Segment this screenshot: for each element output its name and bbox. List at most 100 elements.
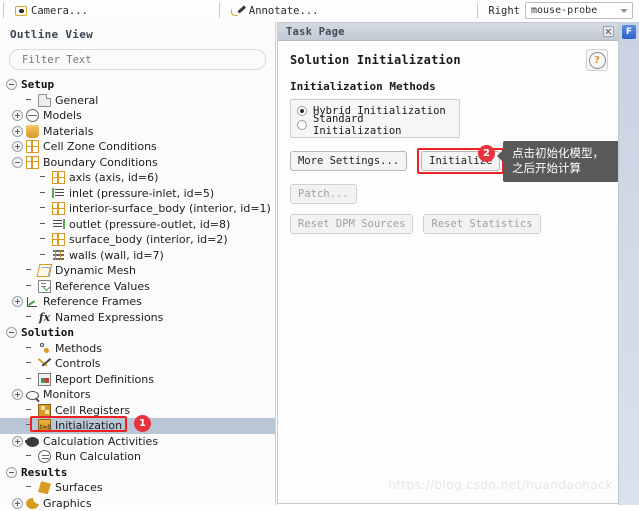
- collapse-icon[interactable]: [12, 157, 23, 168]
- tree-item-reference-values[interactable]: Reference Values: [0, 279, 275, 295]
- initialization-methods-group: Hybrid Initialization Standard Initializ…: [290, 99, 460, 138]
- twisty-spacer: [24, 405, 35, 416]
- tree-item-interior-surface-body-interior-id-1[interactable]: interior-surface_body (interior, id=1): [0, 201, 275, 217]
- radio-standard-label: Standard Initialization: [313, 113, 453, 137]
- tree-item-label: Controls: [55, 357, 101, 370]
- more-settings-button[interactable]: More Settings...: [290, 151, 407, 171]
- collapse-icon[interactable]: [6, 467, 17, 478]
- right-dock-strip: F: [618, 22, 639, 505]
- fluent-dock-button[interactable]: F: [622, 25, 636, 39]
- tree-item-methods[interactable]: Methods: [0, 341, 275, 357]
- grid-icon: [52, 233, 65, 246]
- tree-item-label: interior-surface_body (interior, id=1): [69, 202, 271, 215]
- tree-item-boundary-conditions[interactable]: Boundary Conditions: [0, 155, 275, 171]
- expand-icon[interactable]: [12, 389, 23, 400]
- collapse-icon[interactable]: [6, 327, 17, 338]
- question-mark-icon: ?: [589, 52, 606, 69]
- task-page-header: Task Page: [278, 23, 618, 41]
- grid-icon: [52, 202, 65, 215]
- tree-item-named-expressions[interactable]: fxNamed Expressions: [0, 310, 275, 326]
- expand-icon[interactable]: [12, 296, 23, 307]
- patch-button[interactable]: Patch...: [290, 184, 357, 204]
- twisty-spacer: [38, 234, 49, 245]
- task-page-body: Solution Initialization ? Initialization…: [278, 41, 618, 234]
- tree-item-label: Results: [21, 466, 67, 479]
- tree-item-cell-zone-conditions[interactable]: Cell Zone Conditions: [0, 139, 275, 155]
- collapse-icon[interactable]: [6, 79, 17, 90]
- watermark-text: https://blog.csdn.net/huandaohack: [388, 477, 613, 492]
- frames-icon: [26, 295, 39, 308]
- dyn-icon: [37, 264, 53, 277]
- outline-view-panel: Outline View SetupGeneralModelsMaterials…: [0, 21, 276, 505]
- expand-icon[interactable]: [12, 436, 23, 447]
- close-icon[interactable]: [603, 26, 614, 37]
- tree-item-materials[interactable]: Materials: [0, 124, 275, 140]
- tree-item-surface-body-interior-id-2[interactable]: surface_body (interior, id=2): [0, 232, 275, 248]
- tree-item-monitors[interactable]: Monitors: [0, 387, 275, 403]
- tree-item-controls[interactable]: Controls: [0, 356, 275, 372]
- tree-item-results[interactable]: Results: [0, 465, 275, 481]
- tree-item-axis-axis-id-6[interactable]: axis (axis, id=6): [0, 170, 275, 186]
- camera-button-label: Camera...: [31, 5, 88, 17]
- outline-tree[interactable]: Setup GeneralModelsMaterialsCell Zone Con…: [0, 77, 275, 511]
- ctrl-icon: [38, 357, 51, 370]
- tree-item-dynamic-mesh[interactable]: Dynamic Mesh: [0, 263, 275, 279]
- ref-icon: [38, 280, 51, 293]
- task-page-title: Task Page: [286, 26, 345, 38]
- tree-item-surfaces[interactable]: Surfaces: [0, 480, 275, 496]
- twisty-spacer: [38, 219, 49, 230]
- twisty-spacer: [24, 374, 35, 385]
- calc-icon: [26, 437, 39, 447]
- tree-item-inlet-pressure-inlet-id-5[interactable]: inlet (pressure-inlet, id=5): [0, 186, 275, 202]
- tree-item-label: Methods: [55, 342, 102, 355]
- tree-item-label: axis (axis, id=6): [69, 171, 158, 184]
- tree-item-reference-frames[interactable]: Reference Frames: [0, 294, 275, 310]
- tree-item-label: Monitors: [43, 388, 91, 401]
- expand-icon[interactable]: [12, 141, 23, 152]
- tree-item-label: inlet (pressure-inlet, id=5): [69, 187, 214, 200]
- twisty-spacer: [24, 312, 35, 323]
- reset-statistics-button[interactable]: Reset Statistics: [423, 214, 540, 234]
- tree-item-setup[interactable]: Setup: [0, 77, 275, 93]
- tree-item-run-calculation[interactable]: Run Calculation: [0, 449, 275, 465]
- tree-item-label: Dynamic Mesh: [55, 264, 136, 277]
- toolbar-separator-2: [219, 3, 220, 18]
- run-icon: [38, 450, 51, 463]
- expand-icon[interactable]: [12, 110, 23, 121]
- tree-item-graphics[interactable]: Graphics: [0, 496, 275, 511]
- radio-hybrid-icon: [297, 106, 307, 116]
- tree-item-general[interactable]: General: [0, 93, 275, 109]
- annotation-badge-1: 1: [134, 415, 151, 432]
- reset-dpm-sources-button[interactable]: Reset DPM Sources: [290, 214, 413, 234]
- annotate-icon: [231, 5, 245, 17]
- tree-item-label: Setup: [21, 78, 54, 91]
- reset-button-row: Reset DPM Sources Reset Statistics: [290, 214, 606, 234]
- outlet-icon: [52, 218, 65, 231]
- initialization-highlight-box: [30, 416, 127, 432]
- task-page-panel: Task Page Solution Initialization ? Init…: [277, 22, 619, 504]
- mouse-binding-label: Right: [488, 5, 520, 17]
- tree-item-walls-wall-id-7[interactable]: walls (wall, id=7): [0, 248, 275, 264]
- annotate-button-label: Annotate...: [249, 5, 319, 17]
- top-toolbar: Camera... Annotate... Right mouse-probe: [0, 0, 639, 21]
- tree-item-outlet-pressure-outlet-id-8[interactable]: outlet (pressure-outlet, id=8): [0, 217, 275, 233]
- camera-button[interactable]: Camera...: [9, 1, 94, 20]
- meth-icon: [38, 342, 51, 355]
- radio-standard-initialization[interactable]: Standard Initialization: [297, 118, 453, 132]
- help-button[interactable]: ?: [586, 49, 608, 71]
- twisty-spacer: [24, 281, 35, 292]
- twisty-spacer: [38, 172, 49, 183]
- walls-icon: [52, 249, 65, 262]
- annotate-button[interactable]: Annotate...: [225, 1, 325, 20]
- filter-text-input[interactable]: [9, 49, 266, 70]
- mouse-probe-select[interactable]: mouse-probe: [525, 2, 633, 19]
- tree-item-label: Cell Registers: [55, 404, 130, 417]
- tree-item-label: Reference Values: [55, 280, 150, 293]
- tree-item-calculation-activities[interactable]: Calculation Activities: [0, 434, 275, 450]
- tree-item-report-definitions[interactable]: Report Definitions: [0, 372, 275, 388]
- expand-icon[interactable]: [12, 498, 23, 509]
- cellreg-icon: [38, 404, 51, 417]
- tree-item-solution[interactable]: Solution: [0, 325, 275, 341]
- expand-icon[interactable]: [12, 126, 23, 137]
- tree-item-models[interactable]: Models: [0, 108, 275, 124]
